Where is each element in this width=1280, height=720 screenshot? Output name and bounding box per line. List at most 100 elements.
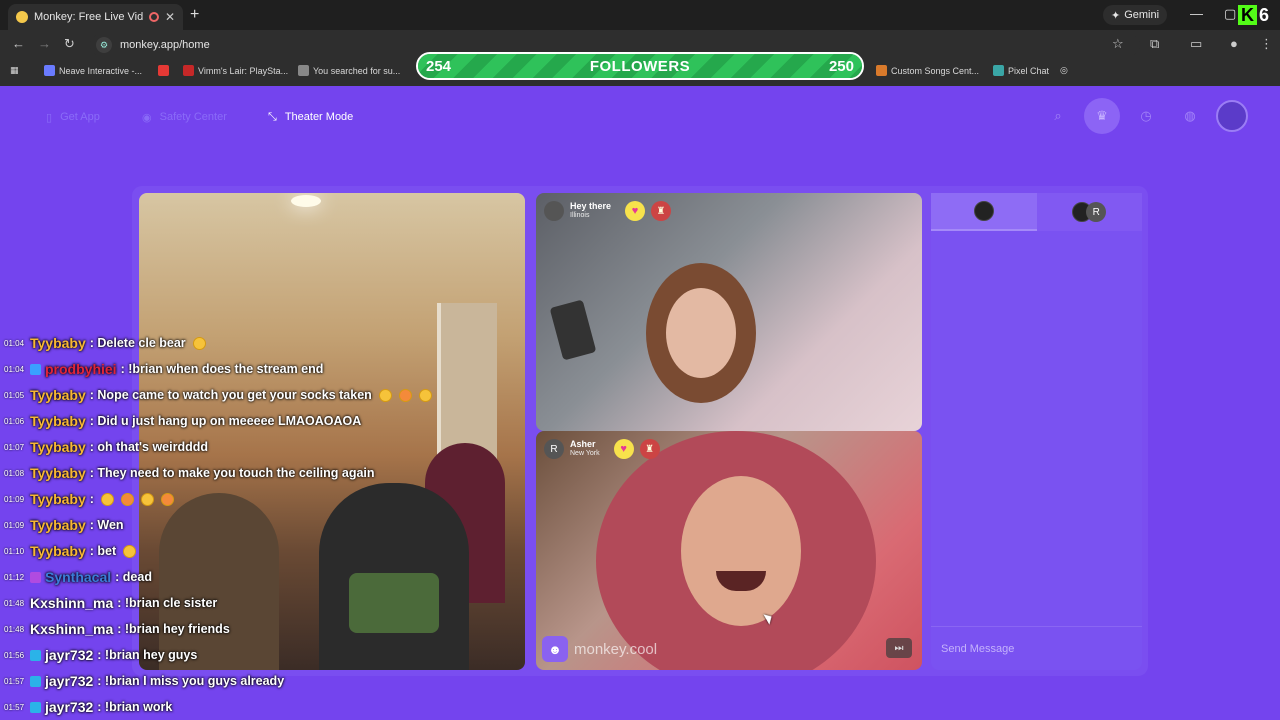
youtube-bookmark[interactable] [158,65,169,76]
chat-timestamp: 01:07 [4,442,25,452]
bookmark-item[interactable]: You searched for su... [298,65,400,76]
bookmark-item[interactable]: Vimm's Lair: PlaySta... [183,65,288,76]
safety-center-button[interactable]: ◉ Safety Center [142,108,227,126]
chat-username[interactable]: Tyybaby [30,439,86,455]
browser-tab[interactable]: Monkey: Free Live Video Ch ✕ [8,4,183,30]
chat-username[interactable]: Tyybaby [30,387,86,403]
back-icon[interactable]: ← [12,36,25,51]
get-app-button[interactable]: ▯ Get App [46,108,100,126]
chat-tab-1[interactable] [931,193,1037,231]
get-app-label: Get App [60,111,100,123]
chat-tab-2[interactable]: R [1036,193,1142,231]
chat-username[interactable]: jayr732 [45,699,93,715]
bookmark-label: Pixel Chat [1008,65,1050,76]
forward-icon[interactable]: → [38,36,51,51]
chat-username[interactable]: Tyybaby [30,413,86,429]
heart-icon[interactable]: ♥ [613,439,634,459]
chat-text: : !brian hey guys [97,648,198,662]
chat-timestamp: 01:57 [4,702,25,712]
chat-message: 01:07 Tyybaby: oh that's weirdddd [4,434,208,460]
bookmark-icon [44,65,55,76]
theater-mode-button[interactable]: ⤡ Theater Mode [268,108,353,126]
chat-username[interactable]: Kxshinn_ma [30,595,113,611]
emote-icon [398,388,412,402]
avatar: R [544,439,564,459]
user-chip[interactable]: Hey there Illinois ♥ ♜ [544,201,672,221]
chat-text: : !brian when does the stream end [120,362,324,376]
url-text: monkey.app/home [120,39,210,51]
chat-username[interactable]: Synthacal [45,569,111,585]
crown-icon[interactable]: ♛ [1084,98,1120,134]
chat-username[interactable]: Tyybaby [30,335,86,351]
user-name: Hey there [570,201,612,212]
gemini-button[interactable]: ✦ Gemini [1103,5,1168,25]
followers-goal-bar: FOLLOWERS 254 250 [416,52,864,80]
user-avatar[interactable] [1216,100,1248,132]
emote-icon [160,492,174,506]
user-chip[interactable]: R Asher New York ♥ ♜ [544,439,660,459]
history-icon[interactable]: ◷ [1134,104,1158,128]
restore-button[interactable]: ▢ [1224,6,1236,22]
chat-message: 01:48 Kxshinn_ma: !brian hey friends [4,616,230,642]
heart-icon[interactable]: ♥ [625,201,646,221]
bookmark-item[interactable]: Custom Songs Cent... [876,65,979,76]
messages-icon[interactable]: ◍ [1178,104,1202,128]
minimize-button[interactable]: — [1190,6,1203,21]
chat-timestamp: 01:56 [4,650,25,660]
chat-text: : !brian cle sister [117,596,218,610]
chat-username[interactable]: jayr732 [45,647,93,663]
bookmark-item[interactable]: Neave Interactive -... [44,65,142,76]
bookmark-icon [876,65,887,76]
chat-username[interactable]: jayr732 [45,673,93,689]
emote-icon [418,388,432,402]
phone [549,299,597,361]
chat-message: 01:04 Tyybaby: Delete cle bear [4,330,206,356]
extensions-icon[interactable]: ⧉ [1150,36,1159,52]
globe-icon[interactable]: ◎ [1060,65,1068,76]
chat-message: 01:12 Synthacal: dead [4,564,152,590]
chat-timestamp: 01:05 [4,390,25,400]
user-location: Illinois [570,212,590,220]
chat-text: : !brian I miss you guys already [97,674,285,688]
chat-text: : dead [115,570,152,584]
chat-text: : [89,492,94,506]
emote-icon [120,492,134,506]
bookmark-label: Neave Interactive -... [59,65,143,76]
search-icon[interactable]: ⌕ [1046,104,1070,128]
chat-message: 01:05 Tyybaby: Nope came to watch you get… [4,382,432,408]
chat-username[interactable]: Tyybaby [30,465,86,481]
bookmark-label: Vimm's Lair: PlaySta... [198,65,289,76]
menu-icon[interactable]: ⋮ [1260,36,1273,52]
chat-text: : They need to make you touch the ceilin… [89,466,375,480]
close-tab-icon[interactable]: ✕ [165,10,175,24]
bookmark-item[interactable]: Pixel Chat [993,65,1049,76]
skip-button[interactable]: ⏭ [886,638,912,658]
chat-timestamp: 01:06 [4,416,25,426]
chat-username[interactable]: Tyybaby [30,517,86,533]
apps-icon[interactable]: ▦ [10,65,19,76]
profile-icon[interactable]: ● [1230,36,1238,51]
site-info-icon[interactable]: ⚙ [96,37,112,53]
chat-timestamp: 01:04 [4,364,25,374]
chat-username[interactable]: prodbyhiei [45,361,117,377]
chat-text: : !brian work [97,700,173,714]
chat-username[interactable]: Tyybaby [30,543,86,559]
chat-message: 01:08 Tyybaby: They need to make you touc… [4,460,375,486]
chat-message: 01:57 jayr732: !brian I miss you guys alr… [4,668,284,694]
cast-icon[interactable]: ▭ [1190,36,1202,52]
bookmark-label: You searched for su... [313,65,401,76]
chat-text: : Wen [89,518,124,532]
badge-icon: ♜ [651,201,672,221]
bookmark-icon [183,65,194,76]
shield-icon: ◉ [142,111,152,124]
new-tab-button[interactable]: + [190,6,199,24]
chat-badge-icon [30,571,41,583]
reload-icon[interactable]: ↻ [64,36,75,52]
bookmark-star-icon[interactable]: ☆ [1112,36,1124,52]
monkey-watermark: ☻ monkey.cool [542,636,657,662]
chat-username[interactable]: Kxshinn_ma [30,621,113,637]
monkey-favicon-icon [16,11,28,23]
chat-username[interactable]: Tyybaby [30,491,86,507]
youtube-icon [158,65,169,76]
send-message-input[interactable]: Send Message [931,626,1142,670]
